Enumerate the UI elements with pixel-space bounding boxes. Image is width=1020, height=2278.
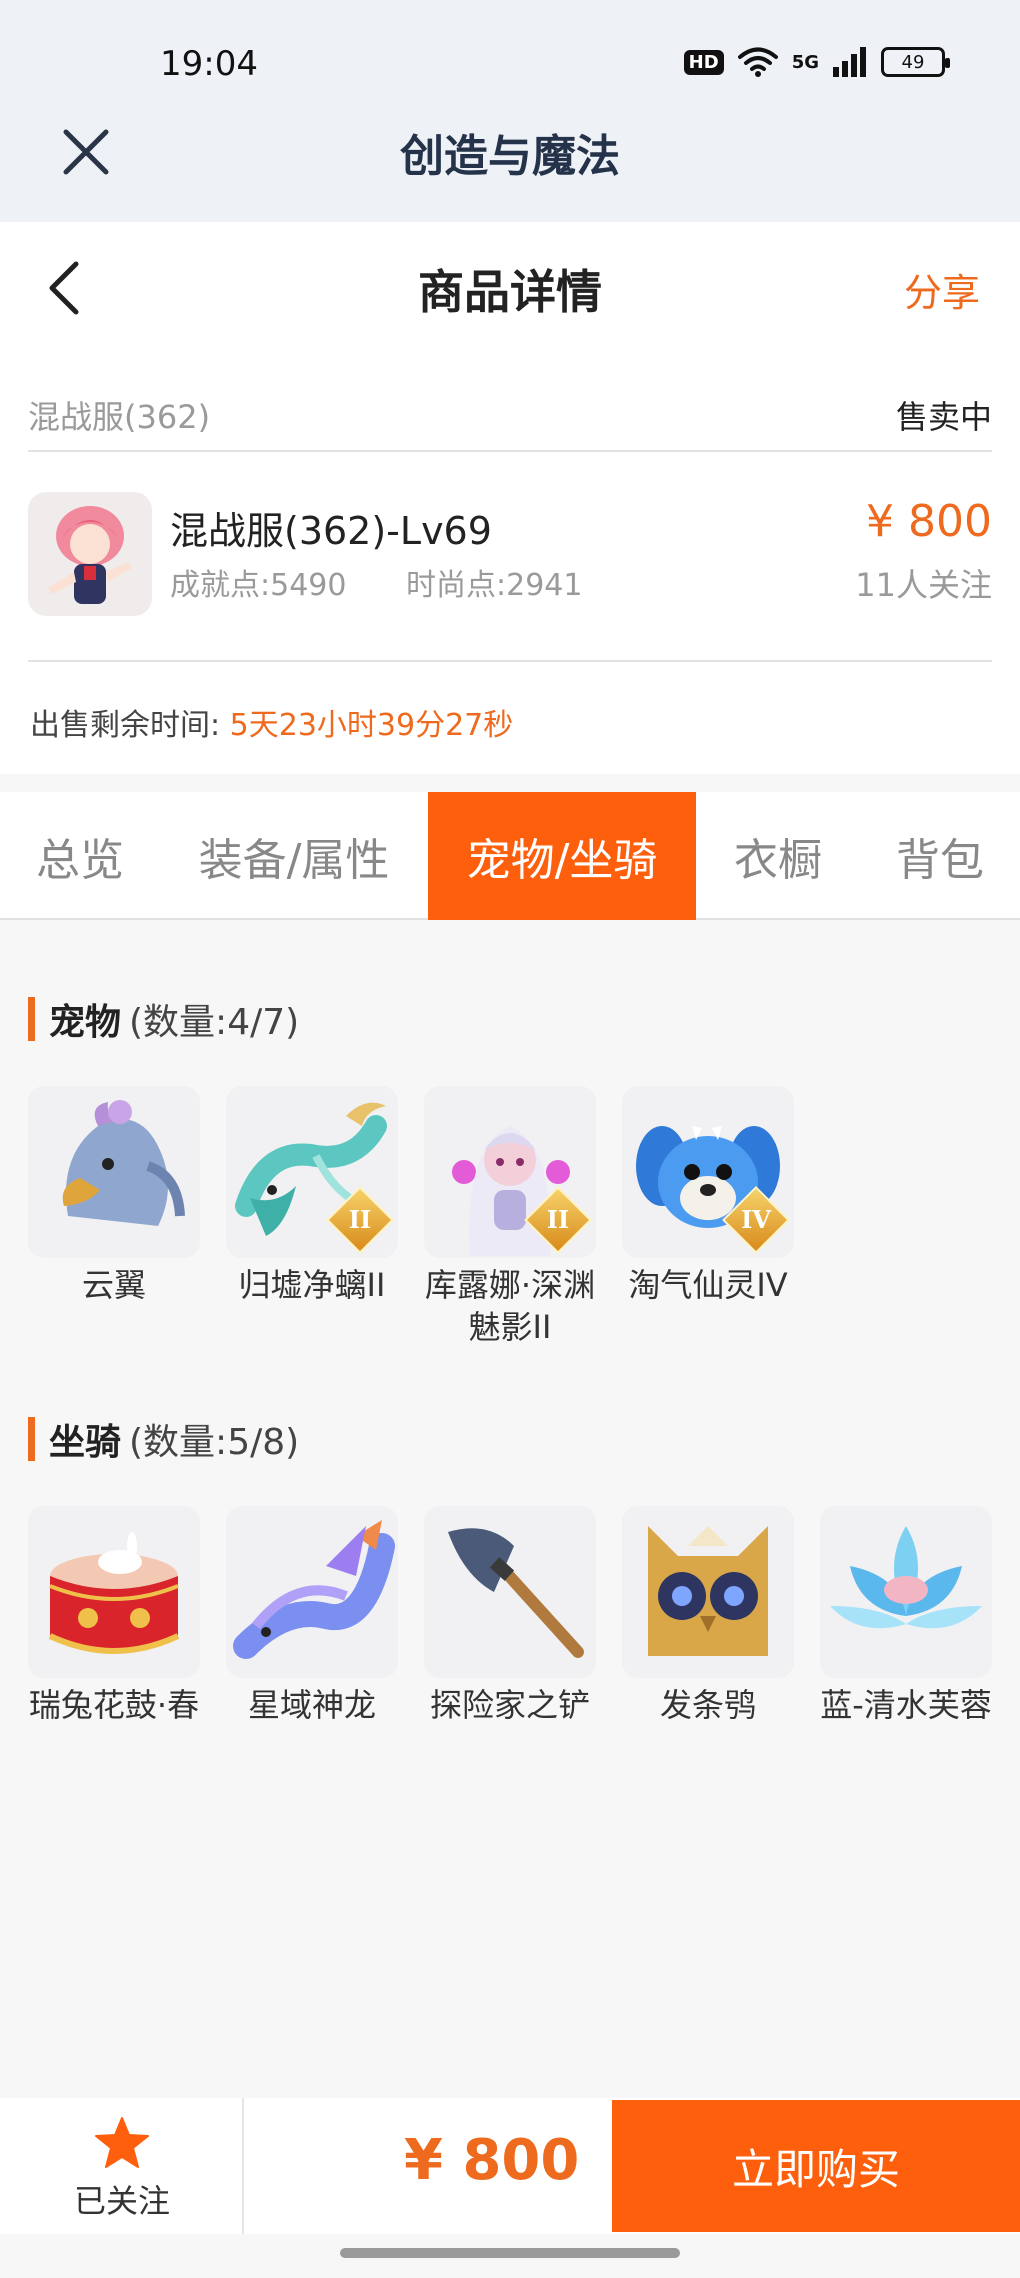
star-icon xyxy=(95,2117,149,2168)
mounts-section-header: 坐骑 (数量:5/8) xyxy=(28,1416,300,1463)
pet-item[interactable]: 云翼 xyxy=(28,1086,200,1306)
follow-label: 已关注 xyxy=(73,2182,170,2220)
bottom-action-bar: 已关注 ¥ 800 立即购买 xyxy=(0,2098,1020,2234)
share-button[interactable]: 分享 xyxy=(904,262,980,317)
mount-item[interactable]: 探险家之铲 xyxy=(424,1506,596,1726)
signal-icon xyxy=(833,47,866,77)
tab-backpack[interactable]: 背包 xyxy=(860,792,1020,920)
mount-name: 蓝-清水芙蓉 xyxy=(820,1686,992,1724)
mount-name: 瑞兔花鼓·春 xyxy=(28,1686,200,1724)
grade-label: IV xyxy=(741,1205,771,1234)
pet-name: 云翼 xyxy=(81,1266,146,1304)
grade-label: II xyxy=(546,1205,570,1234)
fashion-points: 时尚点:2941 xyxy=(406,568,583,603)
nav-bar: 商品详情 分享 xyxy=(0,222,1020,352)
dragon-icon: II xyxy=(226,1086,398,1258)
rabbit-drum-icon xyxy=(28,1506,200,1678)
mount-name: 探险家之铲 xyxy=(429,1686,590,1724)
tab-equipment[interactable]: 装备/属性 xyxy=(160,792,428,920)
listing-detail: 商品详情 分享 混战服(362) 售卖中 混战服(362)-Lv69 成就点:5… xyxy=(0,222,1020,774)
status-icons: HD 5G 49 xyxy=(683,46,950,78)
mount-name: 发条鸮 xyxy=(659,1686,756,1724)
mount-item[interactable]: 蓝-清水芙蓉 xyxy=(820,1506,992,1726)
buy-now-button[interactable]: 立即购买 xyxy=(612,2100,1020,2232)
listing-price: ¥ 800 xyxy=(866,496,992,547)
app-header-area: 19:04 HD 5G 49 创造与魔法 xyxy=(0,0,1020,222)
mount-item[interactable]: 瑞兔花鼓·春 xyxy=(28,1506,200,1726)
character-name: 混战服(362)-Lv69 xyxy=(170,509,492,553)
spirit-girl-icon: II xyxy=(424,1086,596,1258)
character-row[interactable]: 混战服(362)-Lv69 成就点:5490 时尚点:2941 ¥ 800 11… xyxy=(28,492,992,662)
detail-tabs: 总览 装备/属性 宠物/坐骑 衣橱 背包 xyxy=(0,792,1020,920)
star-dragon-icon xyxy=(226,1506,398,1678)
section-accent-bar xyxy=(28,1417,35,1461)
home-indicator[interactable] xyxy=(340,2248,680,2258)
page-title: 商品详情 xyxy=(418,265,602,319)
tab-wardrobe[interactable]: 衣橱 xyxy=(696,792,860,920)
blue-lotus-icon xyxy=(820,1506,992,1678)
remaining-time: 出售剩余时间: 5天23小时39分27秒 xyxy=(30,700,513,744)
pets-count: (数量:4/7) xyxy=(129,1002,300,1043)
tab-pets-mounts[interactable]: 宠物/坐骑 xyxy=(428,792,696,920)
achievement-points: 成就点:5490 xyxy=(170,568,347,603)
pet-name: 库露娜·深渊魅影II xyxy=(424,1266,596,1346)
battery-icon: 49 xyxy=(881,47,950,77)
app-title: 创造与魔法 xyxy=(400,131,620,182)
tab-overview[interactable]: 总览 xyxy=(0,792,160,920)
remaining-time-value: 5天23小时39分27秒 xyxy=(229,708,514,743)
status-time: 19:04 xyxy=(160,44,258,84)
network-type: 5G xyxy=(791,51,819,73)
pet-item[interactable]: II 归墟净螭II xyxy=(226,1086,398,1306)
pet-name: 淘气仙灵IV xyxy=(628,1266,788,1304)
hd-icon: HD xyxy=(683,49,724,75)
app-header: 创造与魔法 xyxy=(0,112,1020,192)
server-name: 混战服(362) xyxy=(28,398,211,436)
avatar-image xyxy=(48,506,132,604)
blue-pup-icon: IV xyxy=(622,1086,794,1258)
pet-item[interactable]: IV 淘气仙灵IV xyxy=(622,1086,794,1306)
pet-item[interactable]: II 库露娜·深渊魅影II xyxy=(424,1086,596,1348)
server-row: 混战服(362) 售卖中 xyxy=(28,392,992,452)
shovel-icon xyxy=(424,1506,596,1678)
grade-label: II xyxy=(348,1205,372,1234)
status-bar: 19:04 HD 5G 49 xyxy=(0,36,1020,96)
follower-count: 11人关注 xyxy=(855,566,992,604)
character-avatar xyxy=(28,492,152,616)
mount-item[interactable]: 星域神龙 xyxy=(226,1506,398,1726)
sale-status: 售卖中 xyxy=(895,398,992,436)
wifi-icon xyxy=(737,47,778,77)
mount-name: 星域神龙 xyxy=(247,1686,376,1724)
remaining-time-label: 出售剩余时间: xyxy=(30,708,221,743)
section-accent-bar xyxy=(28,997,35,1041)
follow-button[interactable]: 已关注 xyxy=(0,2098,244,2234)
mounts-count: (数量:5/8) xyxy=(129,1422,300,1463)
clockwork-owl-icon xyxy=(622,1506,794,1678)
griffin-icon xyxy=(28,1086,200,1258)
bottom-price: ¥ 800 xyxy=(404,2128,580,2193)
pets-title: 宠物 xyxy=(49,1002,122,1043)
pet-name: 归墟净螭II xyxy=(238,1266,386,1304)
mounts-title: 坐骑 xyxy=(49,1422,122,1463)
pets-section-header: 宠物 (数量:4/7) xyxy=(28,996,300,1043)
battery-level: 49 xyxy=(901,51,925,73)
mount-item[interactable]: 发条鸮 xyxy=(622,1506,794,1726)
